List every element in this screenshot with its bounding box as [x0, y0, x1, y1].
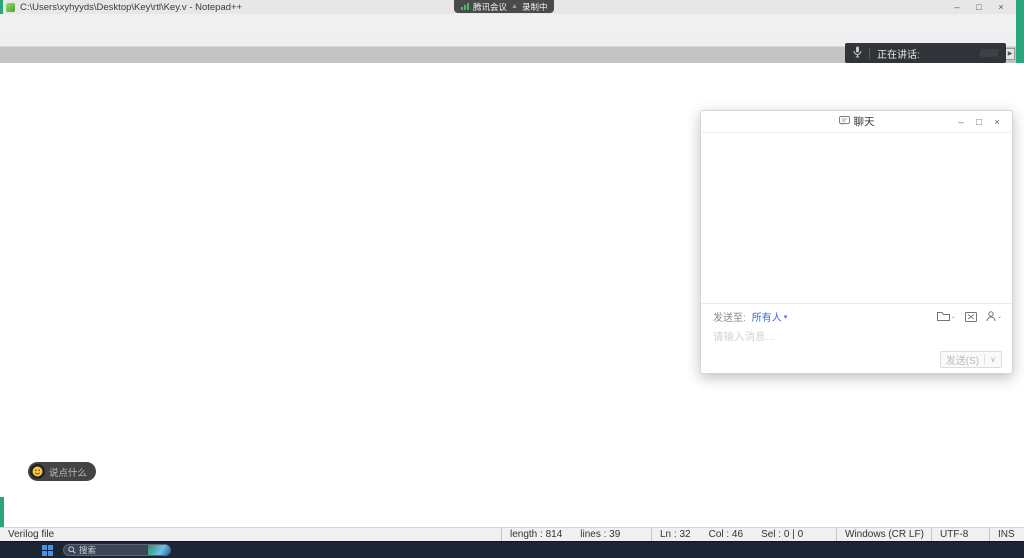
desktop-sliver-right [1016, 0, 1024, 63]
send-options-caret-icon[interactable]: ∨ [990, 355, 996, 364]
chat-message-list[interactable] [701, 133, 1012, 303]
mention-member-icon[interactable]: ⌄ [986, 311, 1002, 322]
status-encoding: UTF-8 [932, 528, 990, 541]
menu-bar [0, 14, 1024, 30]
chat-window-controls: – □ × [952, 111, 1006, 133]
status-insert-mode: INS [990, 528, 1024, 541]
screenshot-icon[interactable] [965, 311, 977, 322]
recording-status: 录制中 [522, 1, 548, 13]
search-icon [68, 546, 76, 554]
status-column: Col : 46 [709, 529, 743, 540]
meeting-app-name: 腾讯会议 [473, 1, 507, 13]
meeting-watermark-icon [983, 49, 998, 57]
status-eol-format: Windows (CR LF) [837, 528, 932, 541]
mic-icon [853, 46, 862, 61]
send-button[interactable]: 发送(S) ∨ [940, 351, 1002, 368]
taskbar: 搜索 [0, 541, 1024, 558]
chat-window: 聊天 – □ × 发送至: 所有人 ▾ ⌄ ⌄ 请输入消息... 发送(S) ∨ [700, 110, 1013, 374]
desktop-sliver-left-top [0, 0, 3, 14]
chat-close-button[interactable]: × [988, 117, 1006, 128]
overlay-divider [869, 48, 870, 59]
maximize-button[interactable]: □ [968, 2, 990, 12]
window-title: C:\Users\xyhyyds\Desktop\Key\rtl\Key.v -… [20, 2, 242, 13]
status-lines: lines : 39 [580, 529, 620, 540]
speaking-overlay: 正在讲话: [845, 43, 1006, 63]
send-to-selector[interactable]: 所有人 [752, 309, 782, 324]
chat-header: 聊天 – □ × [701, 111, 1012, 133]
desktop-sliver-left-bottom [0, 497, 4, 527]
taskbar-search[interactable]: 搜索 [63, 544, 171, 556]
status-selection: Sel : 0 | 0 [761, 529, 803, 540]
chat-minimize-button[interactable]: – [952, 117, 970, 128]
status-line: Ln : 32 [660, 529, 691, 540]
quick-chat-bubble[interactable]: 说点什么 [28, 462, 96, 481]
search-highlight-image[interactable] [148, 544, 170, 556]
notepadpp-logo-icon [6, 3, 15, 12]
status-length: length : 814 [510, 529, 562, 540]
status-cursor-position: Ln : 32 Col : 46 Sel : 0 | 0 [652, 528, 837, 541]
status-bar: Verilog file length : 814 lines : 39 Ln … [0, 527, 1024, 541]
search-placeholder: 搜索 [79, 544, 148, 556]
recording-triangle-icon: ▲ [511, 3, 518, 10]
start-button[interactable] [42, 545, 53, 556]
window-controls: – □ × [946, 2, 1012, 12]
smiley-icon [30, 464, 45, 479]
chat-bubble-icon [839, 115, 850, 129]
quick-chat-placeholder: 说点什么 [49, 465, 87, 479]
send-to-caret-icon: ▾ [784, 313, 788, 321]
tab-scroll-right-icon[interactable]: ▶ [1005, 48, 1015, 60]
chat-footer: 发送至: 所有人 ▾ ⌄ ⌄ 请输入消息... 发送(S) ∨ [701, 303, 1012, 373]
send-button-divider [984, 354, 985, 365]
minimize-button[interactable]: – [946, 2, 968, 12]
speaking-label: 正在讲话: [877, 46, 920, 61]
close-button[interactable]: × [990, 2, 1012, 12]
chat-input[interactable]: 请输入消息... [713, 329, 1002, 344]
status-doc-type: Verilog file [0, 528, 502, 541]
chat-title: 聊天 [854, 114, 875, 129]
audio-meter-icon [461, 3, 469, 10]
send-to-label: 发送至: [713, 309, 746, 324]
screen: { "window": { "title": "C:\\Users\\xyhyy… [0, 0, 1024, 558]
chat-maximize-button[interactable]: □ [970, 117, 988, 128]
send-button-label: 发送(S) [946, 352, 979, 367]
status-length-lines: length : 814 lines : 39 [502, 528, 652, 541]
meeting-status-pill[interactable]: 腾讯会议 ▲ 录制中 [454, 0, 554, 13]
send-file-icon[interactable]: ⌄ [937, 311, 956, 322]
